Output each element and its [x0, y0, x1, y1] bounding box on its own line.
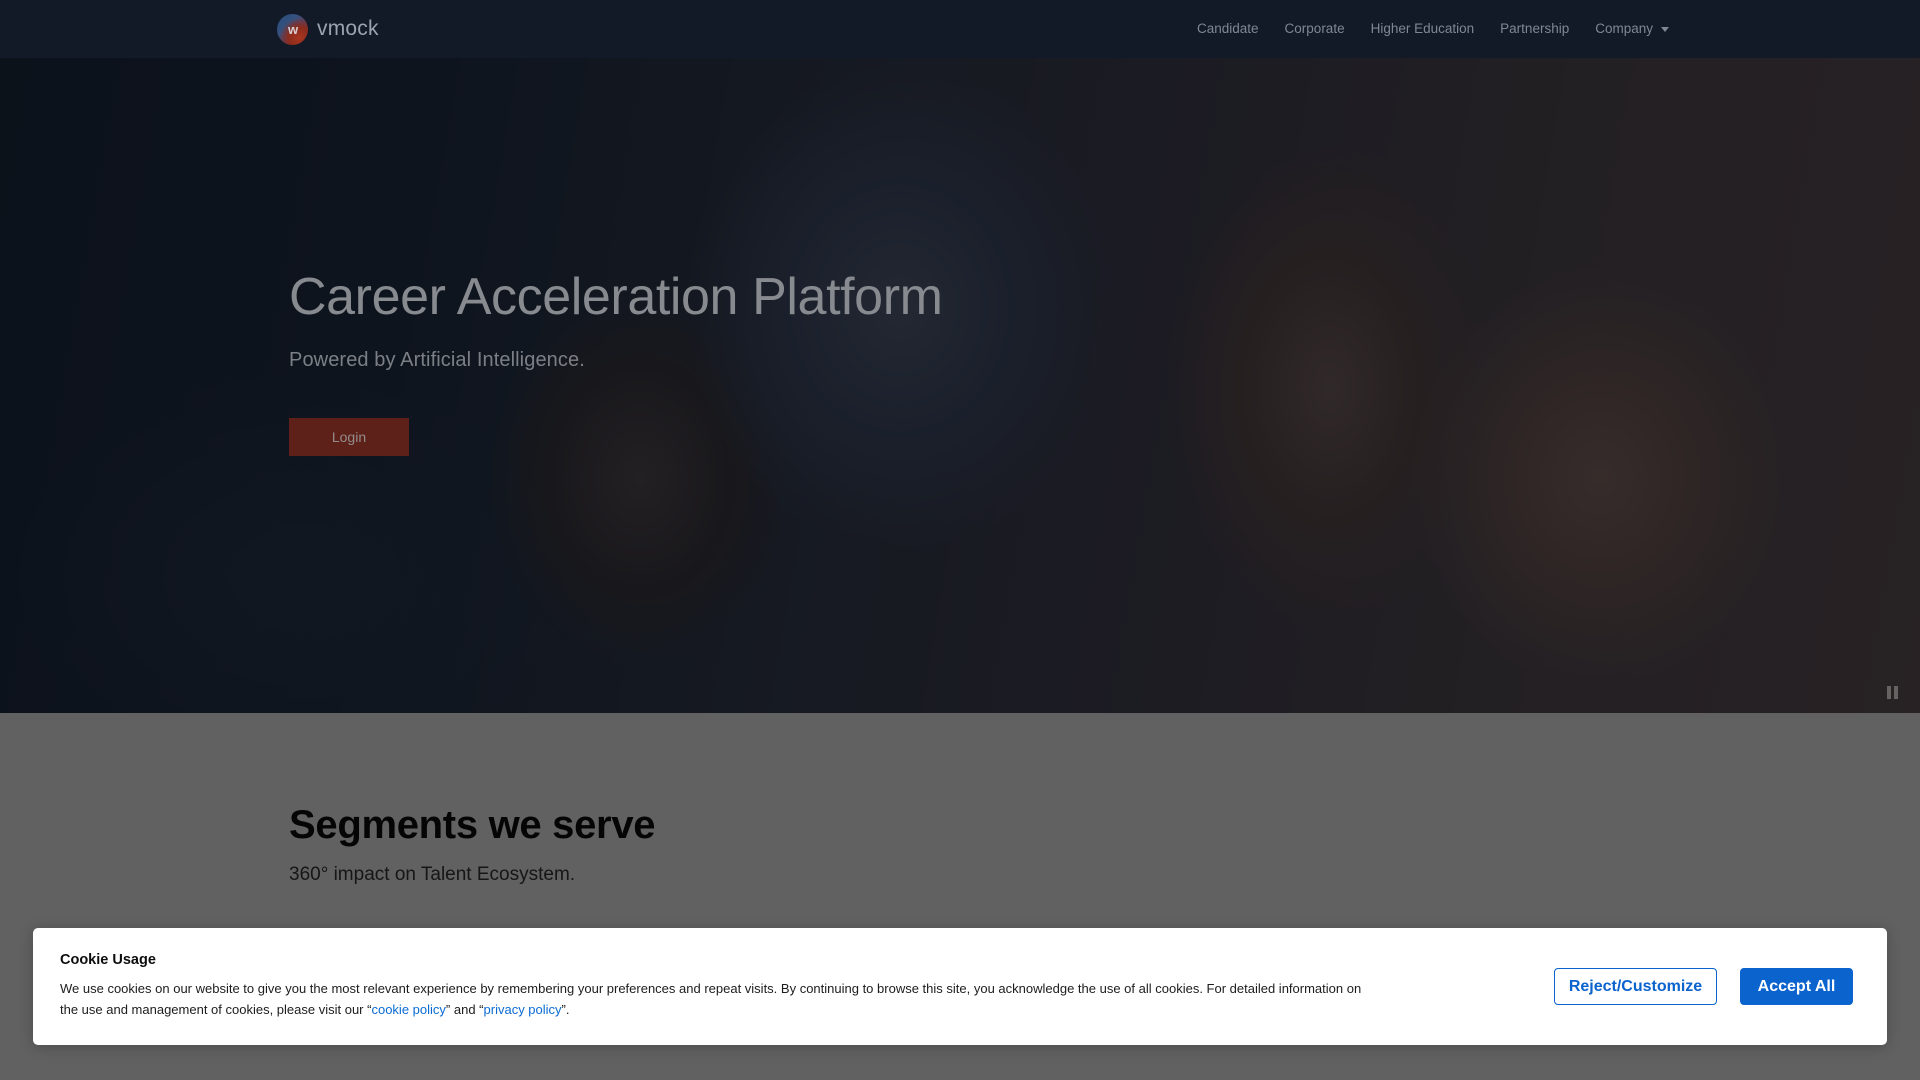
reject-customize-button[interactable]: Reject/Customize — [1554, 968, 1717, 1005]
cookie-body-end: . — [565, 1002, 570, 1017]
cookie-text-block: Cookie Usage We use cookies on our websi… — [60, 952, 1380, 1020]
cookie-body-text: We use cookies on our website to give yo… — [60, 981, 1362, 1017]
hero-title: Career Acceleration Platform — [289, 267, 943, 326]
nav-item-candidate[interactable]: Candidate — [1184, 0, 1272, 58]
page-root: Segments we serve 360° impact on Talent … — [0, 0, 1920, 1080]
pause-bar-left — [1886, 685, 1891, 699]
nav-item-label: Candidate — [1196, 21, 1259, 36]
cookie-banner-body: We use cookies on our website to give yo… — [60, 979, 1380, 1020]
cookie-policy-link[interactable]: cookie policy — [371, 1002, 445, 1017]
pause-icon[interactable] — [1879, 679, 1905, 705]
cookie-actions: Reject/Customize Accept All — [1554, 968, 1857, 1005]
nav-item-higher-education[interactable]: Higher Education — [1358, 0, 1488, 58]
nav-item-corporate[interactable]: Corporate — [1272, 0, 1358, 58]
cookie-body-conjunction: and — [450, 1002, 480, 1017]
pause-bar-right — [1893, 685, 1898, 699]
nav-item-label: Partnership — [1500, 21, 1570, 36]
cookie-consent-banner: Cookie Usage We use cookies on our websi… — [33, 928, 1887, 1045]
cookie-banner-title: Cookie Usage — [60, 952, 156, 969]
chevron-down-icon — [1661, 26, 1669, 32]
hero-section: Career Acceleration Platform Powered by … — [0, 58, 1920, 713]
hero-content: Career Acceleration Platform Powered by … — [289, 58, 1289, 713]
privacy-policy-link[interactable]: privacy policy — [484, 1002, 562, 1017]
vmock-logo-icon: w — [277, 13, 308, 45]
brand-logo-link[interactable]: w vmock — [277, 13, 379, 45]
nav-item-company[interactable]: Company — [1582, 0, 1682, 58]
login-button[interactable]: Login — [289, 418, 409, 457]
nav-item-label: Company — [1595, 21, 1653, 36]
nav-item-label: Higher Education — [1370, 21, 1475, 36]
nav-item-partnership[interactable]: Partnership — [1487, 0, 1582, 58]
brand-name: vmock — [317, 17, 379, 40]
nav-item-label: Corporate — [1284, 21, 1345, 36]
page-title: Segments we serve — [289, 803, 656, 847]
accept-all-button[interactable]: Accept All — [1740, 968, 1853, 1005]
top-navigation-bar: w vmock Candidate Corporate Higher Educa… — [0, 0, 1920, 58]
primary-navigation: Candidate Corporate Higher Education Par… — [1184, 0, 1682, 58]
segments-subtitle: 360° impact on Talent Ecosystem. — [289, 864, 576, 885]
logo-mark: w — [287, 21, 298, 37]
hero-subtitle: Powered by Artificial Intelligence. — [289, 349, 585, 372]
